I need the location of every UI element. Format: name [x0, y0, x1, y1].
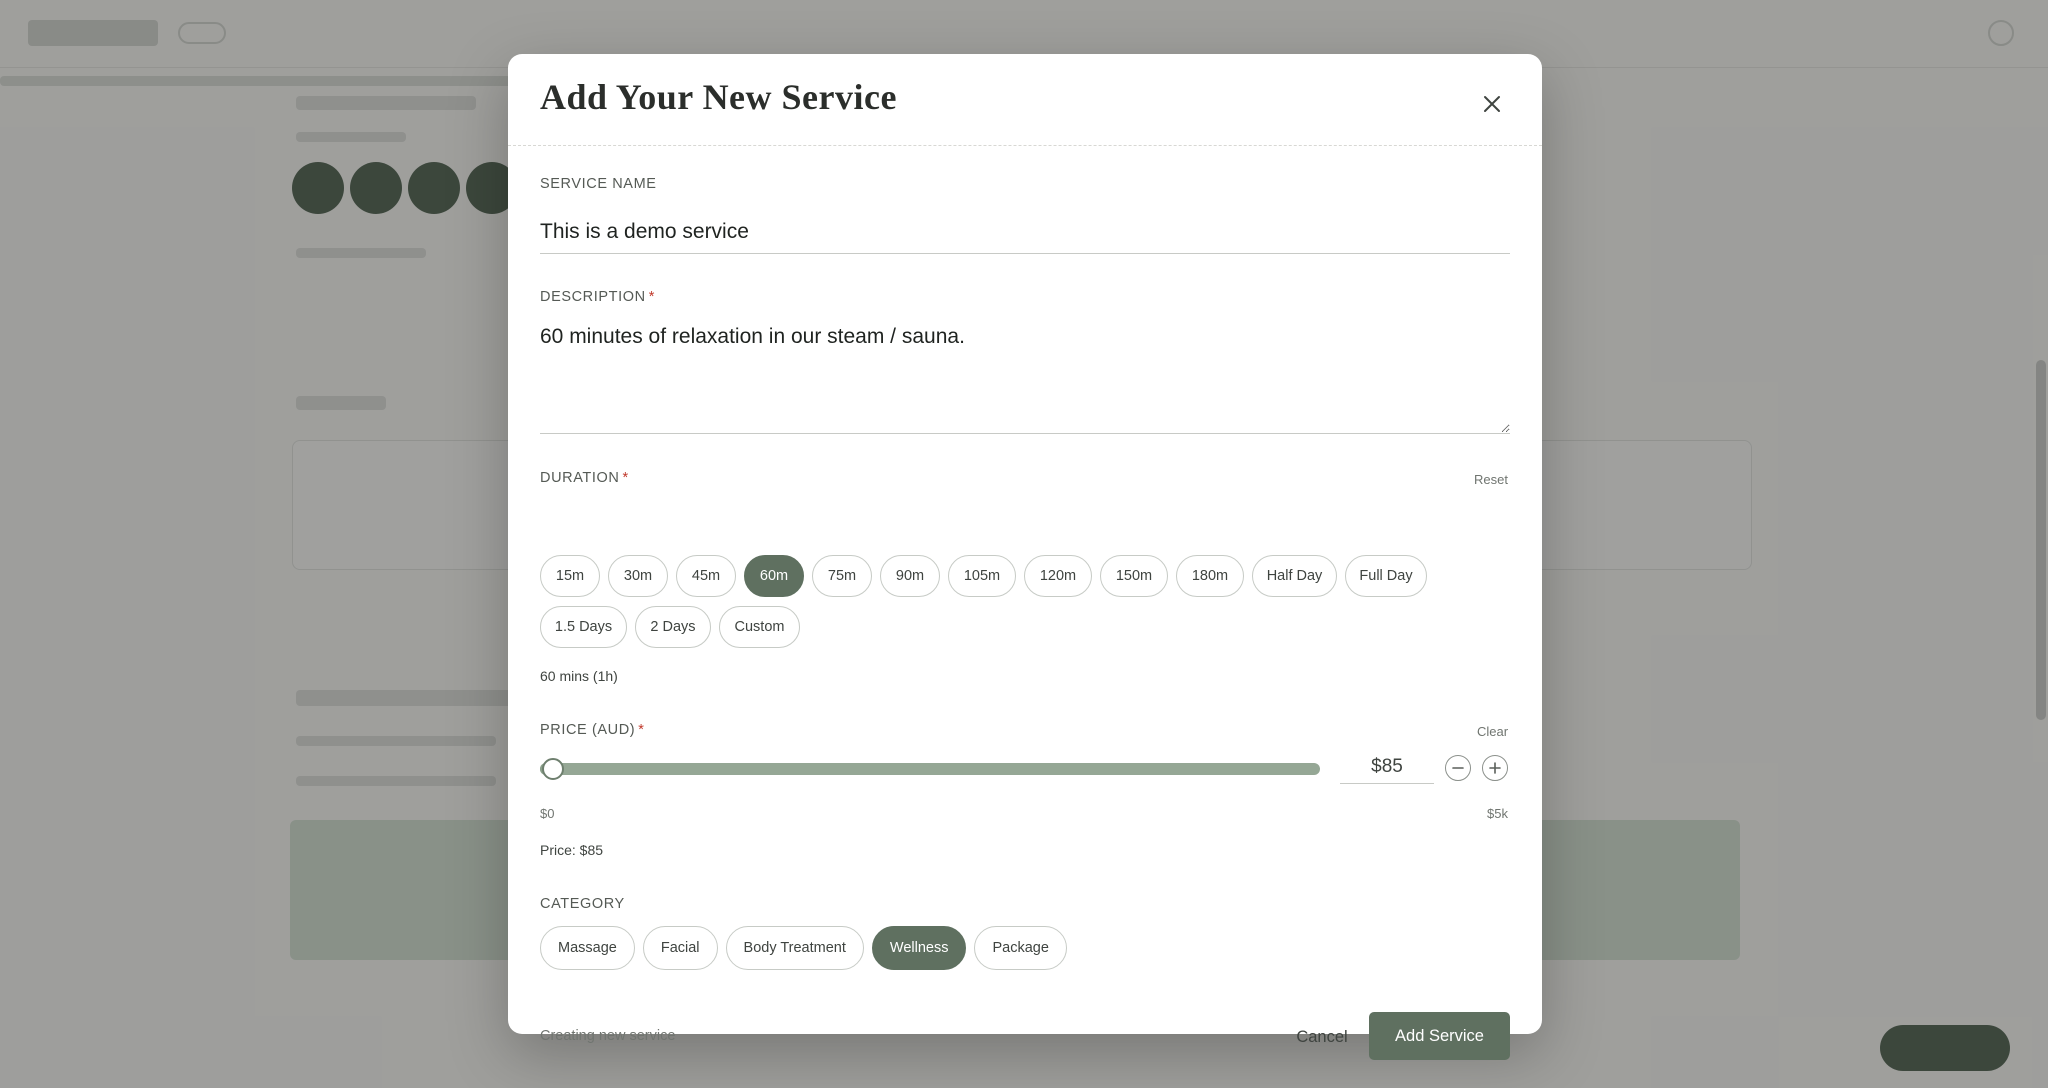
duration-chip-45m[interactable]: 45m: [676, 555, 736, 597]
price-label: PRICE (AUD) *: [540, 722, 644, 738]
price-summary: Price: $85: [540, 842, 604, 858]
duration-options-row-1: 15m 30m 45m 60m 75m 90m 105m 120m 150m 1…: [540, 555, 1427, 597]
category-chip-wellness[interactable]: Wellness: [871, 926, 967, 970]
duration-chip-full-day[interactable]: Full Day: [1345, 555, 1427, 597]
minus-icon: [1452, 767, 1464, 769]
duration-chip-120m[interactable]: 120m: [1024, 555, 1092, 597]
duration-summary: 60 mins (1h): [540, 668, 618, 684]
duration-chip-custom[interactable]: Custom: [719, 606, 800, 648]
duration-label: DURATION *: [540, 470, 629, 486]
category-chip-massage[interactable]: Massage: [540, 926, 635, 970]
close-icon: [1484, 96, 1500, 112]
duration-chip-15m[interactable]: 15m: [540, 555, 600, 597]
service-name-input[interactable]: [540, 210, 1510, 254]
duration-chip-2-days[interactable]: 2 Days: [635, 606, 711, 648]
description-label: DESCRIPTION *: [540, 289, 655, 305]
service-name-label: SERVICE NAME: [540, 176, 657, 192]
description-label-text: DESCRIPTION: [540, 289, 646, 305]
duration-chip-1-5-days[interactable]: 1.5 Days: [540, 606, 627, 648]
price-clear-link[interactable]: Clear: [1477, 724, 1508, 739]
duration-chip-180m[interactable]: 180m: [1176, 555, 1244, 597]
form-status-text: Creating new service: [540, 1028, 676, 1044]
service-name-label-text: SERVICE NAME: [540, 176, 657, 192]
cancel-button[interactable]: Cancel: [1270, 1013, 1374, 1061]
plus-icon: [1489, 762, 1501, 774]
duration-label-text: DURATION: [540, 470, 620, 486]
price-slider-thumb[interactable]: [542, 758, 565, 780]
add-service-modal: Add Your New Service SERVICE NAME DESCRI…: [508, 54, 1542, 1060]
duration-chip-150m[interactable]: 150m: [1100, 555, 1168, 597]
required-mark: *: [638, 722, 645, 738]
modal-title: Add Your New Service: [540, 77, 897, 117]
required-mark: *: [648, 289, 655, 305]
category-label-text: CATEGORY: [540, 896, 625, 912]
price-label-text: PRICE (AUD): [540, 722, 636, 738]
duration-options-row-2: 1.5 Days 2 Days Custom: [540, 606, 800, 648]
duration-chip-30m[interactable]: 30m: [608, 555, 668, 597]
description-textarea[interactable]: 60 minutes of relaxation in our steam / …: [540, 322, 1510, 434]
duration-chip-90m[interactable]: 90m: [880, 555, 940, 597]
duration-chip-60m[interactable]: 60m: [744, 555, 804, 597]
close-button[interactable]: [1472, 84, 1512, 124]
category-chip-body-treatment[interactable]: Body Treatment: [725, 926, 864, 970]
category-label: CATEGORY: [540, 896, 625, 912]
add-service-button[interactable]: Add Service: [1369, 1012, 1510, 1060]
category-chip-facial[interactable]: Facial: [642, 926, 718, 970]
category-chip-package[interactable]: Package: [974, 926, 1067, 970]
price-increment-button[interactable]: [1482, 755, 1508, 781]
price-slider-track[interactable]: [540, 758, 1320, 780]
required-mark: *: [622, 470, 629, 486]
duration-reset-link[interactable]: Reset: [1474, 472, 1508, 487]
price-min-label: $0: [540, 806, 555, 821]
modal-header: Add Your New Service: [508, 54, 1542, 146]
category-options: Massage Facial Body Treatment Wellness P…: [540, 926, 1067, 970]
duration-chip-75m[interactable]: 75m: [812, 555, 872, 597]
duration-chip-half-day[interactable]: Half Day: [1252, 555, 1337, 597]
price-max-label: $5k: [1487, 806, 1508, 821]
duration-chip-105m[interactable]: 105m: [948, 555, 1016, 597]
price-input[interactable]: [1340, 750, 1434, 784]
price-decrement-button[interactable]: [1445, 755, 1471, 781]
